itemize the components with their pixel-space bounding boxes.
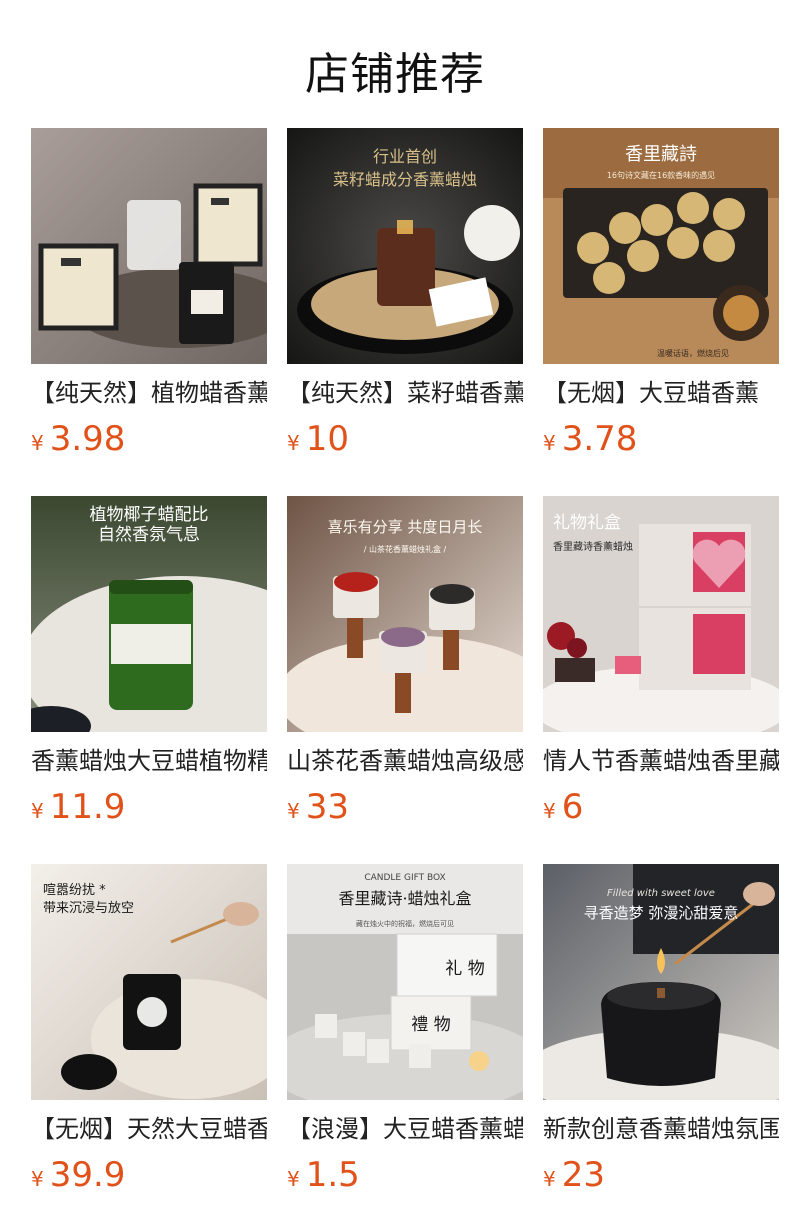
image-caption: 香里藏诗·蜡烛礼盒 bbox=[338, 889, 471, 908]
product-price: ¥3.98 bbox=[31, 418, 125, 460]
image-caption: 礼物礼盒 bbox=[553, 513, 621, 533]
product-image[interactable] bbox=[31, 128, 267, 364]
currency-symbol: ¥ bbox=[287, 1167, 300, 1191]
image-caption: 行业首创 bbox=[373, 147, 437, 166]
currency-symbol: ¥ bbox=[543, 799, 556, 823]
product-card[interactable]: Filled with sweet love 寻香造梦 弥漫沁甜爱意 新款创意香… bbox=[543, 864, 779, 1196]
product-name: 新款创意香薰蜡烛氛围 bbox=[543, 1115, 779, 1143]
price-value: 1.5 bbox=[305, 1155, 360, 1195]
currency-symbol: ¥ bbox=[31, 1167, 44, 1191]
product-name: 情人节香薰蜡烛香里藏诗 bbox=[543, 747, 779, 775]
image-caption: 香里藏诗香薰蜡烛 bbox=[553, 540, 633, 553]
product-image[interactable]: 行业首创 菜籽蜡成分香薰蜡烛 bbox=[287, 128, 523, 364]
product-price: ¥33 bbox=[287, 786, 349, 828]
product-price: ¥23 bbox=[543, 1154, 605, 1196]
product-name: 【浪漫】大豆蜡香薰蜡烛 bbox=[287, 1115, 523, 1143]
image-caption: / 山茶花香薰蜡烛礼盒 / bbox=[364, 544, 447, 554]
product-image[interactable]: 植物椰子蜡配比 自然香氛气息 bbox=[31, 496, 267, 732]
product-grid: 【纯天然】植物蜡香薰 ¥3.98 行业首创 菜籽蜡成分香薰蜡烛 【纯天然】菜籽蜡… bbox=[0, 0, 790, 1232]
product-image[interactable]: Filled with sweet love 寻香造梦 弥漫沁甜爱意 bbox=[543, 864, 779, 1100]
product-image[interactable]: 喜乐有分享 共度日月长 / 山茶花香薰蜡烛礼盒 / bbox=[287, 496, 523, 732]
product-name: 【无烟】天然大豆蜡香薰 bbox=[31, 1115, 267, 1143]
image-caption: CANDLE GIFT BOX bbox=[364, 873, 445, 883]
product-name: 【纯天然】植物蜡香薰 bbox=[31, 379, 267, 407]
product-image[interactable]: 喧嚣纷扰 * 带来沉浸与放空 bbox=[31, 864, 267, 1100]
image-caption: 禮 物 bbox=[411, 1015, 450, 1035]
currency-symbol: ¥ bbox=[543, 1167, 556, 1191]
image-caption: 自然香氛气息 bbox=[98, 525, 200, 545]
image-caption: Filled with sweet love bbox=[607, 888, 715, 899]
product-card[interactable]: 礼物礼盒 香里藏诗香薰蜡烛 情人节香薰蜡烛香里藏诗 ¥6 bbox=[543, 496, 779, 828]
product-image[interactable]: 礼物礼盒 香里藏诗香薰蜡烛 bbox=[543, 496, 779, 732]
product-card[interactable]: 行业首创 菜籽蜡成分香薰蜡烛 【纯天然】菜籽蜡香薰 ¥10 bbox=[287, 128, 523, 460]
product-card[interactable]: 【纯天然】植物蜡香薰 ¥3.98 bbox=[31, 128, 267, 460]
price-value: 10 bbox=[305, 419, 349, 459]
currency-symbol: ¥ bbox=[31, 431, 44, 455]
product-card[interactable]: 香里藏詩 16句诗文藏在16款香味的遇见 温暖话语，燃烧后见 【无烟】大豆蜡香薰… bbox=[543, 128, 779, 460]
image-caption: 礼 物 bbox=[445, 959, 484, 979]
product-card[interactable]: 喧嚣纷扰 * 带来沉浸与放空 【无烟】天然大豆蜡香薰 ¥39.9 bbox=[31, 864, 267, 1196]
price-value: 6 bbox=[561, 787, 584, 827]
image-caption: 植物椰子蜡配比 bbox=[90, 505, 209, 525]
product-name: 香薰蜡烛大豆蜡植物精油 bbox=[31, 747, 267, 775]
image-caption: 菜籽蜡成分香薰蜡烛 bbox=[333, 170, 477, 189]
product-name: 【纯天然】菜籽蜡香薰 bbox=[287, 379, 523, 407]
product-price: ¥3.78 bbox=[543, 418, 637, 460]
currency-symbol: ¥ bbox=[31, 799, 44, 823]
image-caption: 藏在烛火中的祝福，燃烧后可见 bbox=[356, 919, 454, 928]
product-price: ¥6 bbox=[543, 786, 583, 828]
image-caption: 带来沉浸与放空 bbox=[43, 901, 134, 916]
price-value: 39.9 bbox=[49, 1155, 126, 1195]
product-name: 山茶花香薰蜡烛高级感 bbox=[287, 747, 523, 775]
price-value: 3.78 bbox=[561, 419, 638, 459]
image-caption: 香里藏詩 bbox=[625, 144, 697, 165]
price-value: 3.98 bbox=[49, 419, 126, 459]
price-value: 11.9 bbox=[49, 787, 126, 827]
image-caption: 喜乐有分享 共度日月长 bbox=[328, 518, 483, 536]
image-caption: 喧嚣纷扰 * bbox=[43, 883, 106, 898]
product-card[interactable]: 喜乐有分享 共度日月长 / 山茶花香薰蜡烛礼盒 / 山茶花香薰蜡烛高级感 ¥33 bbox=[287, 496, 523, 828]
image-caption: 温暖话语，燃烧后见 bbox=[657, 348, 729, 358]
price-value: 33 bbox=[305, 787, 349, 827]
currency-symbol: ¥ bbox=[287, 799, 300, 823]
product-price: ¥39.9 bbox=[31, 1154, 125, 1196]
product-price: ¥1.5 bbox=[287, 1154, 360, 1196]
product-card[interactable]: 植物椰子蜡配比 自然香氛气息 香薰蜡烛大豆蜡植物精油 ¥11.9 bbox=[31, 496, 267, 828]
currency-symbol: ¥ bbox=[287, 431, 300, 455]
product-image[interactable]: 香里藏詩 16句诗文藏在16款香味的遇见 温暖话语，燃烧后见 bbox=[543, 128, 779, 364]
image-caption: 16句诗文藏在16款香味的遇见 bbox=[607, 170, 715, 180]
currency-symbol: ¥ bbox=[543, 431, 556, 455]
price-value: 23 bbox=[561, 1155, 605, 1195]
product-price: ¥10 bbox=[287, 418, 349, 460]
product-name: 【无烟】大豆蜡香薰 bbox=[543, 379, 759, 407]
image-caption: 寻香造梦 弥漫沁甜爱意 bbox=[584, 904, 739, 922]
product-image[interactable]: CANDLE GIFT BOX 香里藏诗·蜡烛礼盒 藏在烛火中的祝福，燃烧后可见… bbox=[287, 864, 523, 1100]
product-price: ¥11.9 bbox=[31, 786, 125, 828]
product-card[interactable]: CANDLE GIFT BOX 香里藏诗·蜡烛礼盒 藏在烛火中的祝福，燃烧后可见… bbox=[287, 864, 523, 1196]
